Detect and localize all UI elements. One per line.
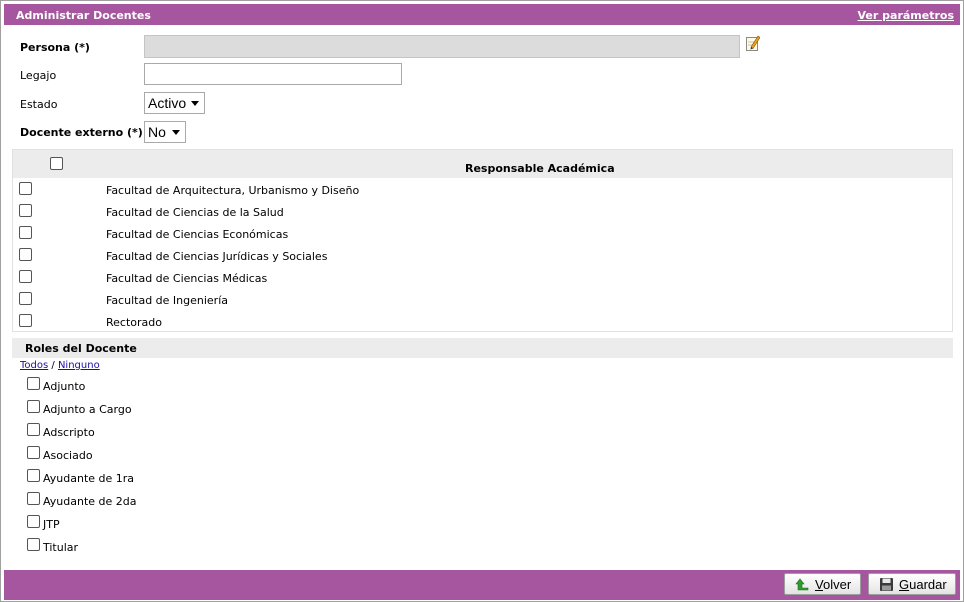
ninguno-link[interactable]: Ninguno [58,360,100,371]
docente-externo-select[interactable]: No [144,121,186,143]
role-label: Adjunto a Cargo [43,403,132,416]
chevron-down-icon [191,101,199,106]
docente-externo-selected-value: No [148,124,166,140]
responsable-checkbox[interactable] [19,204,32,217]
responsable-academica-header: Responsable Académica [13,150,952,178]
responsable-checkbox[interactable] [19,270,32,283]
select-all-checkbox[interactable] [50,157,63,170]
estado-select[interactable]: Activo [144,92,205,114]
volver-label: olver [822,577,852,592]
title-bar: Administrar Docentes Ver parámetros [4,4,960,25]
guardar-label: uardar [909,577,947,592]
role-checkbox[interactable] [27,469,40,482]
role-checkbox[interactable] [27,423,40,436]
back-arrow-icon [795,578,809,591]
persona-field[interactable] [144,35,740,58]
role-checkbox[interactable] [27,377,40,390]
role-label: Adjunto [43,380,86,393]
roles-title: Roles del Docente [25,342,137,355]
links-separator: / [51,360,55,371]
list-item: Facultad de Ingeniería [13,289,952,311]
estado-selected-value: Activo [148,95,187,111]
guardar-button[interactable]: Guardar [868,573,956,595]
responsable-label: Facultad de Ciencias Médicas [106,272,268,285]
volver-button[interactable]: Volver [784,573,861,595]
responsable-label: Facultad de Ingeniería [106,294,228,307]
todos-link[interactable]: Todos [20,360,48,371]
page-title: Administrar Docentes [16,9,151,22]
legajo-input[interactable] [144,63,402,85]
todos-ninguno-links: Todos / Ninguno [20,360,100,371]
role-checkbox[interactable] [27,492,40,505]
responsable-checkbox[interactable] [19,226,32,239]
list-item: Facultad de Ciencias Económicas [13,223,952,245]
role-checkbox[interactable] [27,446,40,459]
responsable-label: Facultad de Arquitectura, Urbanismo y Di… [106,184,360,197]
responsable-checkbox[interactable] [19,292,32,305]
save-disk-icon [880,578,893,591]
list-item: Facultad de Ciencias de la Salud [13,201,952,223]
docente-externo-label: Docente externo (*) [20,126,143,139]
legajo-label: Legajo [20,69,57,82]
responsable-label: Rectorado [106,316,162,329]
volver-hotkey: V [815,577,823,592]
persona-label: Persona (*) [20,41,90,54]
responsable-label: Facultad de Ciencias de la Salud [106,206,284,219]
roles-header: Roles del Docente [12,338,953,358]
responsable-label: Facultad de Ciencias Económicas [106,228,289,241]
list-item: Facultad de Ciencias Jurídicas y Sociale… [13,245,952,267]
responsable-checkbox[interactable] [19,248,32,261]
list-item: Facultad de Arquitectura, Urbanismo y Di… [13,179,952,201]
responsable-academica-panel: Responsable Académica Facultad de Arquit… [12,149,953,332]
role-checkbox[interactable] [27,515,40,528]
edit-icon[interactable] [746,35,760,51]
responsable-checkbox[interactable] [19,182,32,195]
list-item: Rectorado [13,311,952,333]
role-checkbox[interactable] [27,400,40,413]
list-item: Facultad de Ciencias Médicas [13,267,952,289]
responsable-label: Facultad de Ciencias Jurídicas y Sociale… [106,250,328,263]
role-label: Adscripto [43,426,95,439]
estado-label: Estado [20,98,58,111]
footer-bar: Volver Guardar [4,570,960,600]
role-label: JTP [43,518,60,531]
chevron-down-icon [172,130,180,135]
responsable-academica-title: Responsable Académica [465,162,615,175]
role-label: Ayudante de 1ra [43,472,135,485]
window-frame: Administrar Docentes Ver parámetros Pers… [0,0,964,602]
role-label: Ayudante de 2da [43,495,137,508]
responsable-checkbox[interactable] [19,314,32,327]
role-label: Asociado [43,449,93,462]
guardar-hotkey: G [899,577,910,592]
role-checkbox[interactable] [27,538,40,551]
role-label: Titular [43,541,79,554]
ver-parametros-link[interactable]: Ver parámetros [858,9,954,22]
